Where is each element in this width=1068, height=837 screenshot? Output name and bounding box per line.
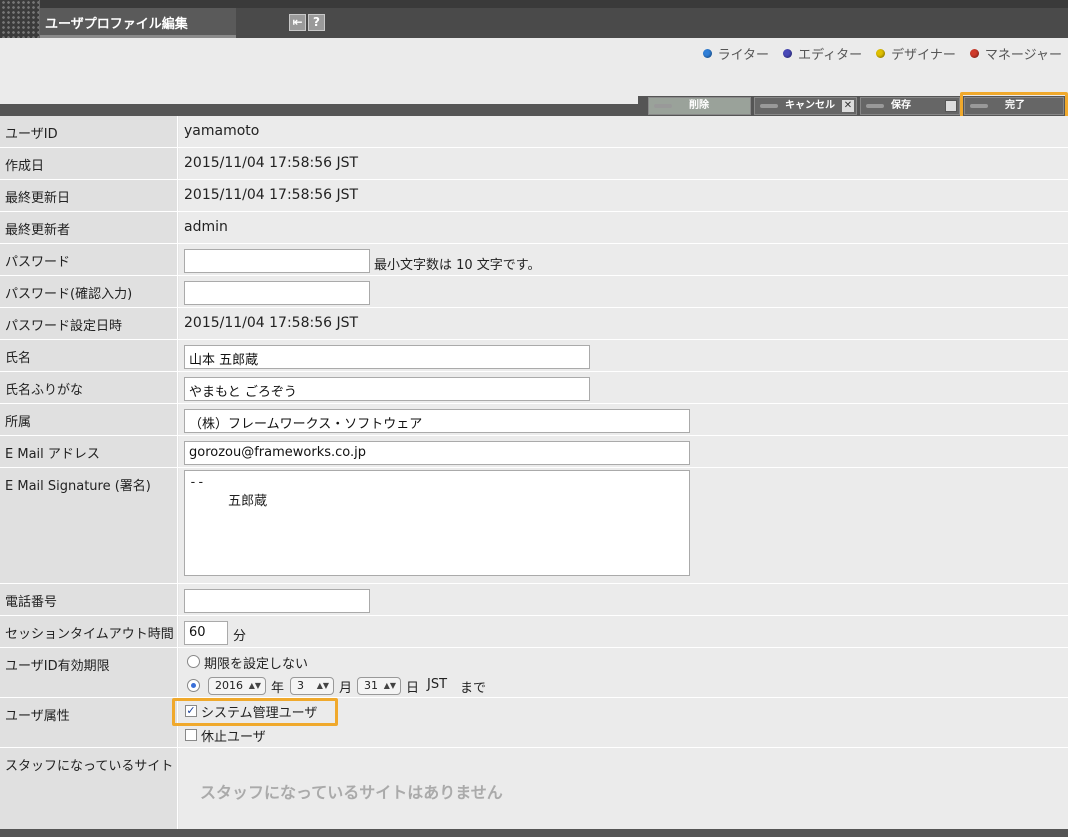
day-value: 31: [364, 679, 378, 692]
row-attributes: ユーザ属性: [0, 698, 1068, 748]
staff-sites-empty-message: スタッフになっているサイトはありません: [200, 783, 503, 802]
button-lamp-icon: [866, 104, 884, 108]
delete-label: 削除: [689, 100, 709, 111]
admin-highlight: [172, 698, 338, 726]
field-label: ユーザID: [0, 116, 178, 147]
app-grid-icon[interactable]: [0, 0, 40, 38]
user-id-value: yamamoto: [179, 116, 1068, 147]
month-unit: 月: [339, 681, 353, 696]
delete-button[interactable]: 削除: [648, 97, 751, 115]
password-hint: 最小文字数は 10 文字です。: [374, 258, 541, 273]
select-arrow-icon: ▲▼: [383, 681, 396, 690]
field-label: 氏名: [0, 340, 178, 371]
until-label: まで: [460, 681, 487, 696]
close-icon: ✕: [842, 100, 854, 112]
role-legend: ライター エディター デザイナー マネージャー: [702, 44, 1062, 63]
field-label: ユーザID有効期限: [0, 648, 178, 697]
field-label: 最終更新者: [0, 212, 178, 243]
field-label: 所属: [0, 404, 178, 435]
field-label: セッションタイムアウト時間: [0, 616, 178, 647]
bottom-band: [0, 829, 1068, 837]
year-unit: 年: [271, 681, 285, 696]
tz-label: JST: [427, 677, 448, 692]
field-label: 氏名ふりがな: [0, 372, 178, 403]
name-kana-input[interactable]: やまもと ごろぞう: [184, 377, 590, 401]
date-limit-radio[interactable]: [187, 679, 200, 692]
page-title: ユーザプロファイル編集: [45, 17, 188, 32]
select-arrow-icon: ▲▼: [248, 681, 261, 690]
month-select[interactable]: 3 ▲▼: [290, 677, 334, 695]
no-limit-label: 期限を設定しない: [204, 657, 309, 672]
password-confirm-input[interactable]: [184, 281, 370, 305]
top-strip: [0, 0, 1068, 8]
row-expiry: ユーザID有効期限: [0, 648, 1068, 698]
password-set-value: 2015/11/04 17:58:56 JST: [179, 308, 1068, 339]
manager-dot-icon: [969, 49, 979, 58]
legend-item-writer: ライター: [702, 44, 770, 63]
button-lamp-icon: [654, 104, 672, 108]
field-label: ユーザ属性: [0, 698, 178, 747]
writer-dot-icon: [702, 49, 712, 58]
suspended-label: 休止ユーザ: [201, 730, 266, 745]
field-label: パスワード設定日時: [0, 308, 178, 339]
cancel-label: キャンセル: [785, 100, 835, 111]
row-updated: 最終更新日 2015/11/04 17:58:56 JST: [0, 180, 1068, 212]
select-arrow-icon: ▲▼: [316, 681, 329, 690]
year-select[interactable]: 2016 ▲▼: [208, 677, 266, 695]
legend-label: ライター: [717, 48, 770, 63]
field-label: 電話番号: [0, 584, 178, 615]
field-label: E Mail Signature (署名): [0, 468, 178, 583]
legend-label: エディター: [798, 48, 863, 63]
cancel-button[interactable]: キャンセル ✕: [754, 97, 857, 115]
month-value: 3: [297, 679, 304, 692]
timeout-input[interactable]: 60: [184, 621, 228, 645]
row-staff-sites: スタッフになっているサイト: [0, 748, 1068, 829]
button-lamp-icon: [760, 104, 778, 108]
legend-item-manager: マネージャー: [969, 44, 1062, 63]
help-icon[interactable]: ?: [308, 14, 325, 31]
field-label: パスワード: [0, 244, 178, 275]
email-input[interactable]: gorozou@frameworks.co.jp: [184, 441, 690, 465]
legend-label: デザイナー: [891, 48, 956, 63]
save-label: 保存: [891, 100, 911, 111]
updater-value: admin: [179, 212, 1068, 243]
save-button[interactable]: 保存: [860, 97, 960, 115]
legend-label: マネージャー: [984, 48, 1062, 63]
editor-dot-icon: [783, 49, 793, 58]
org-input[interactable]: （株）フレームワークス・ソフトウェア: [184, 409, 690, 433]
back-arrow-icon[interactable]: ⇤: [289, 14, 306, 31]
day-unit: 日: [406, 681, 420, 696]
created-value: 2015/11/04 17:58:56 JST: [179, 148, 1068, 179]
year-value: 2016: [215, 679, 243, 692]
field-label: スタッフになっているサイト: [0, 748, 178, 829]
row-updater: 最終更新者 admin: [0, 212, 1068, 244]
row-user-id: ユーザID yamamoto: [0, 116, 1068, 148]
legend-item-editor: エディター: [783, 44, 862, 63]
field-label: パスワード(確認入力): [0, 276, 178, 307]
name-input[interactable]: 山本 五郎蔵: [184, 345, 590, 369]
phone-input[interactable]: [184, 589, 370, 613]
updated-value: 2015/11/04 17:58:56 JST: [179, 180, 1068, 211]
header-area: ライター エディター デザイナー マネージャー: [0, 38, 1068, 104]
row-phone: 電話番号: [0, 584, 1068, 616]
row-password-set: パスワード設定日時 2015/11/04 17:58:56 JST: [0, 308, 1068, 340]
timeout-cell: [179, 616, 1068, 647]
no-limit-radio[interactable]: [187, 655, 200, 668]
field-label: 最終更新日: [0, 180, 178, 211]
save-disk-icon: [945, 100, 957, 112]
legend-item-designer: デザイナー: [876, 44, 956, 63]
suspended-checkbox[interactable]: [185, 729, 197, 741]
timeout-unit: 分: [233, 629, 247, 644]
row-password-confirm: パスワード(確認入力): [0, 276, 1068, 308]
designer-dot-icon: [876, 49, 886, 58]
row-created: 作成日 2015/11/04 17:58:56 JST: [0, 148, 1068, 180]
signature-textarea[interactable]: -- 五郎蔵: [184, 470, 690, 576]
password-input[interactable]: [184, 249, 370, 273]
field-label: 作成日: [0, 148, 178, 179]
title-bar: ユーザプロファイル編集 ⇤ ?: [0, 0, 1068, 38]
field-label: E Mail アドレス: [0, 436, 178, 467]
day-select[interactable]: 31 ▲▼: [357, 677, 401, 695]
row-timeout: セッションタイムアウト時間: [0, 616, 1068, 648]
